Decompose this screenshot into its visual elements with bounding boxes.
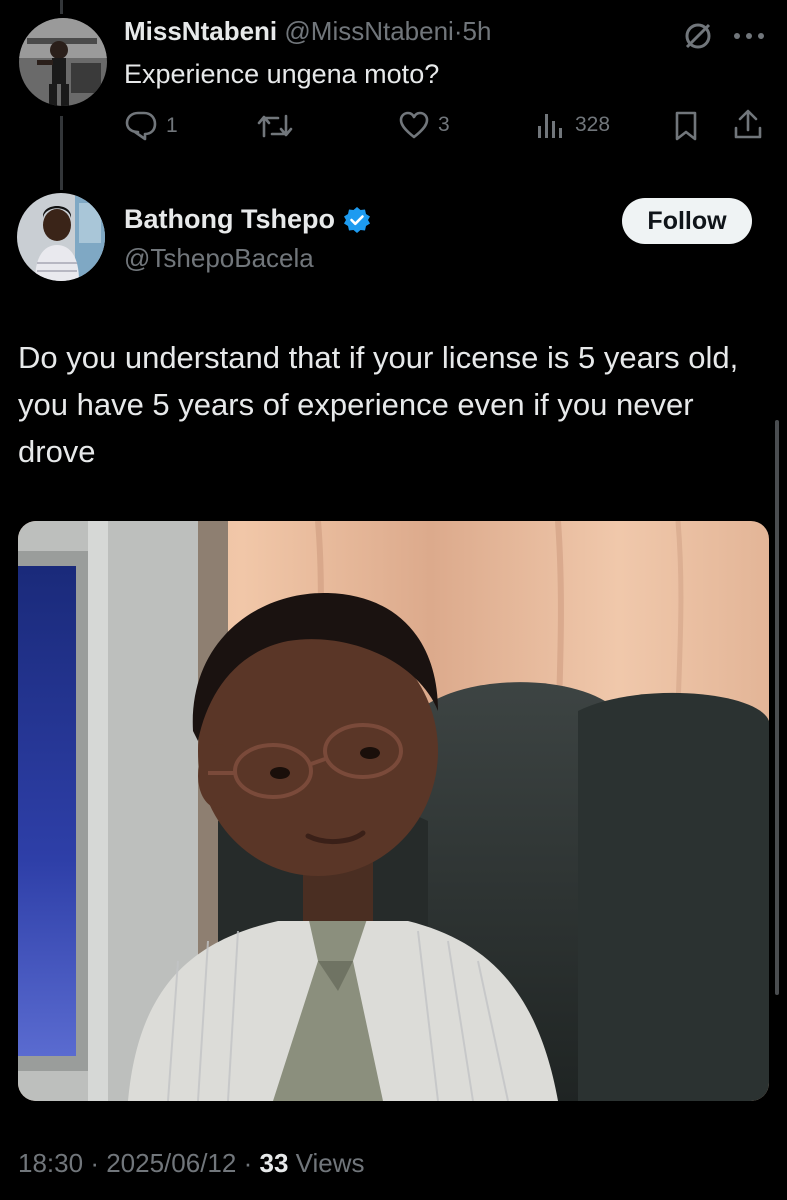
parent-separator: · <box>453 16 463 46</box>
follow-button[interactable]: Follow <box>622 198 752 244</box>
footer-views-label: Views <box>295 1148 365 1178</box>
main-handle[interactable]: @TshepoBacela <box>124 243 314 274</box>
verified-badge-icon <box>343 206 370 233</box>
footer-date[interactable]: 2025/06/12 <box>106 1148 236 1178</box>
main-avatar[interactable] <box>17 193 105 281</box>
retweet-icon <box>257 114 293 138</box>
bar-chart-icon <box>538 114 562 138</box>
heart-icon <box>399 111 429 139</box>
like-count: 3 <box>438 113 450 136</box>
bookmark-icon[interactable] <box>672 110 700 147</box>
parent-tweet-text: Experience ungena moto? <box>124 59 440 89</box>
grok-icon[interactable] <box>682 20 714 57</box>
scrollbar[interactable] <box>775 420 779 995</box>
reply-count: 1 <box>166 114 178 137</box>
footer-sep-2: · <box>243 1148 253 1178</box>
like-button[interactable]: 3 <box>398 110 450 140</box>
main-display-name[interactable]: Bathong Tshepo <box>124 204 335 235</box>
parent-time[interactable]: 5h <box>463 16 492 46</box>
views-count: 328 <box>575 113 611 136</box>
footer-views-count: 33 <box>259 1148 289 1178</box>
tweet-media-image[interactable] <box>18 521 769 1101</box>
footer-sep-1: · <box>90 1148 99 1178</box>
tweet-footer: 18:30 · 2025/06/12 · 33 Views <box>18 1148 365 1179</box>
parent-avatar[interactable] <box>19 18 107 106</box>
parent-display-name[interactable]: MissNtabeni <box>124 16 277 46</box>
retweet-button[interactable] <box>256 110 302 142</box>
thread-line-top <box>60 0 63 14</box>
views-button[interactable]: 328 <box>535 110 610 140</box>
parent-handle[interactable]: @MissNtabeni <box>284 16 453 46</box>
more-dots-icon[interactable] <box>733 28 765 46</box>
thread-line-bottom <box>60 116 63 190</box>
reply-button[interactable]: 1 <box>124 110 178 142</box>
parent-header: MissNtabeni @MissNtabeni·5h <box>124 16 491 47</box>
main-display-name-row: Bathong Tshepo <box>124 204 371 235</box>
main-tweet-text: Do you understand that if your license i… <box>18 340 739 469</box>
footer-time[interactable]: 18:30 <box>18 1148 83 1178</box>
share-icon[interactable] <box>732 108 764 147</box>
reply-icon <box>125 111 157 141</box>
